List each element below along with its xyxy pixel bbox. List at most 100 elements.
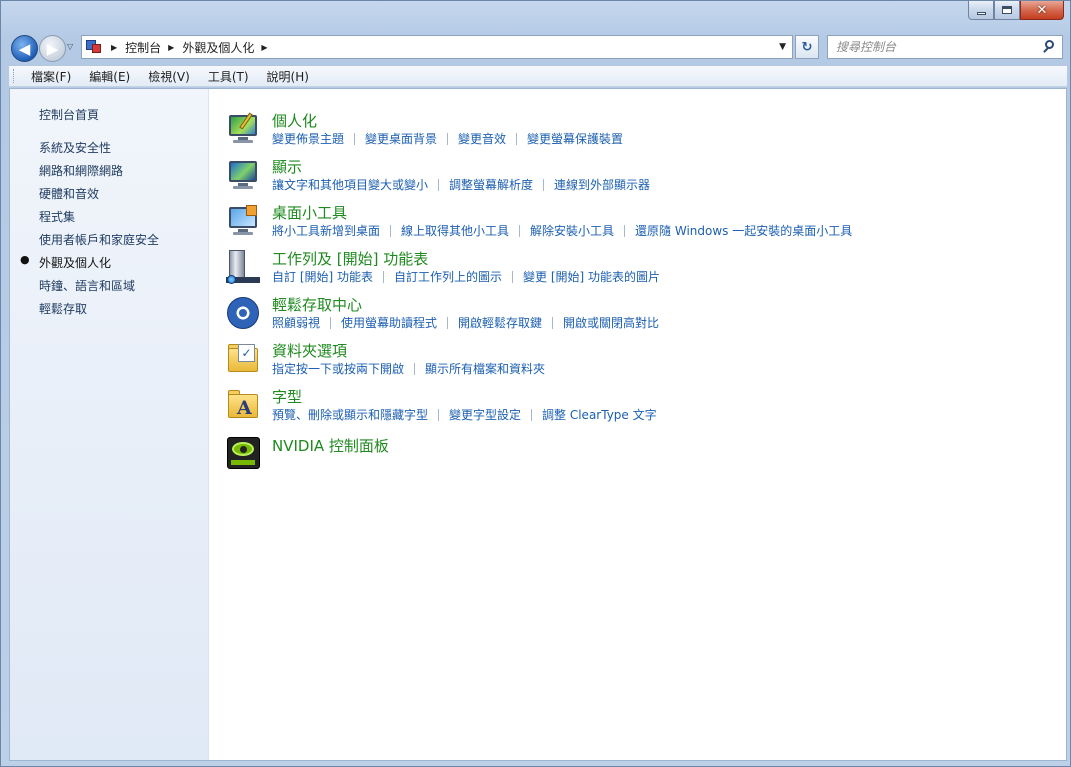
menu-bar: 檔案(F) 編輯(E) 檢視(V) 工具(T) 說明(H) (9, 65, 1067, 87)
category-title[interactable]: 顯示 (272, 156, 302, 177)
address-bar[interactable]: ▶ 控制台 ▶ 外觀及個人化 ▶ ▼ (81, 35, 793, 59)
link-text-size[interactable]: 讓文字和其他項目變大或變小 (272, 176, 428, 193)
category-links: 指定按一下或按兩下開啟 顯示所有檔案和資料夾 (272, 360, 545, 377)
category-links: 自訂 [開始] 功能表 自訂工作列上的圖示 變更 [開始] 功能表的圖片 (272, 268, 660, 285)
link-preview-fonts[interactable]: 預覽、刪除或顯示和隱藏字型 (272, 406, 428, 423)
sidebar-item-system-security[interactable]: 系統及安全性 (39, 139, 111, 156)
link-high-contrast[interactable]: 開啟或關閉高對比 (563, 314, 659, 331)
link-get-more-gadgets[interactable]: 線上取得其他小工具 (401, 222, 509, 239)
link-external-display[interactable]: 連線到外部顯示器 (554, 176, 650, 193)
search-input[interactable] (828, 37, 1042, 57)
sidebar-home-link[interactable]: 控制台首頁 (39, 106, 99, 123)
link-accessibility-keys[interactable]: 開啟輕鬆存取鍵 (458, 314, 542, 331)
search-icon[interactable] (1042, 39, 1058, 55)
menu-help[interactable]: 說明(H) (258, 66, 318, 87)
minimize-button[interactable] (968, 1, 994, 20)
link-separator (447, 132, 449, 145)
display-icon[interactable] (226, 158, 260, 192)
breadcrumb-separator-icon[interactable]: ▶ (261, 43, 267, 52)
close-button[interactable]: ✕ (1020, 1, 1064, 20)
refresh-button[interactable]: ↻ (795, 35, 819, 59)
link-screen-reader[interactable]: 使用螢幕助讀程式 (341, 314, 437, 331)
recent-pages-button[interactable]: ▽ (67, 42, 73, 51)
refresh-icon: ↻ (801, 39, 813, 55)
address-dropdown-icon[interactable]: ▼ (779, 42, 786, 52)
desktop-gadgets-icon[interactable] (226, 204, 260, 238)
fonts-icon[interactable]: A (226, 388, 260, 422)
breadcrumb-separator-icon[interactable]: ▶ (111, 43, 117, 52)
personalization-icon[interactable] (226, 112, 260, 146)
control-panel-window: ✕ ◀ ▶ ▽ ▶ 控制台 ▶ 外觀及個人化 ▶ ▼ ↻ 檔案(F) 編輯(E)… (0, 0, 1071, 767)
maximize-icon (1002, 6, 1012, 14)
link-click-to-open[interactable]: 指定按一下或按兩下開啟 (272, 360, 404, 377)
link-separator (447, 316, 449, 329)
back-button[interactable]: ◀ (11, 35, 38, 62)
link-customize-start-menu[interactable]: 自訂 [開始] 功能表 (272, 268, 373, 285)
link-change-sounds[interactable]: 變更音效 (458, 130, 506, 147)
category-title[interactable]: 資料夾選項 (272, 340, 347, 361)
category-title[interactable]: 輕鬆存取中心 (272, 294, 362, 315)
menu-file[interactable]: 檔案(F) (22, 66, 80, 87)
link-change-start-picture[interactable]: 變更 [開始] 功能表的圖片 (523, 268, 660, 285)
breadcrumb-separator-icon[interactable]: ▶ (168, 43, 174, 52)
category-links: 預覽、刪除或顯示和隱藏字型 變更字型設定 調整 ClearType 文字 (272, 406, 657, 423)
link-separator (512, 270, 514, 283)
maximize-button[interactable] (994, 1, 1020, 20)
breadcrumb-appearance[interactable]: 外觀及個人化 (182, 39, 254, 56)
menu-grip (13, 69, 16, 83)
nvidia-icon[interactable] (226, 436, 260, 470)
menu-tools[interactable]: 工具(T) (199, 66, 258, 87)
link-separator (383, 270, 384, 283)
link-add-gadgets[interactable]: 將小工具新增到桌面 (272, 222, 380, 239)
category-title[interactable]: 個人化 (272, 110, 317, 131)
caption-buttons: ✕ (968, 1, 1064, 20)
category-title[interactable]: 桌面小工具 (272, 202, 347, 223)
link-low-vision[interactable]: 照顧弱視 (272, 314, 320, 331)
menu-edit[interactable]: 編輯(E) (80, 66, 139, 87)
link-customize-taskbar-icons[interactable]: 自訂工作列上的圖示 (394, 268, 502, 285)
search-box (827, 35, 1063, 59)
chevron-down-icon: ▽ (67, 42, 74, 51)
link-show-hidden-files[interactable]: 顯示所有檔案和資料夾 (425, 360, 545, 377)
folder-options-icon[interactable]: ✓ (226, 342, 260, 376)
ease-of-access-icon[interactable] (226, 296, 260, 330)
sidebar-item-hardware-sound[interactable]: 硬體和音效 (39, 185, 99, 202)
sidebar: 控制台首頁 系統及安全性 網路和網際網路 硬體和音效 程式集 使用者帳戶和家庭安… (10, 89, 209, 760)
breadcrumb-control-panel[interactable]: 控制台 (125, 39, 161, 56)
link-change-theme[interactable]: 變更佈景主題 (272, 130, 344, 147)
sidebar-item-network-internet[interactable]: 網路和網際網路 (39, 162, 123, 179)
link-screen-resolution[interactable]: 調整螢幕解析度 (449, 176, 533, 193)
category-title[interactable]: 字型 (272, 386, 302, 407)
sidebar-item-ease-of-access[interactable]: 輕鬆存取 (39, 300, 87, 317)
link-separator (354, 132, 356, 145)
navigation-bar: ◀ ▶ ▽ ▶ 控制台 ▶ 外觀及個人化 ▶ ▼ ↻ (9, 33, 1069, 63)
sidebar-item-user-accounts[interactable]: 使用者帳戶和家庭安全 (39, 231, 159, 248)
link-separator (438, 178, 440, 191)
forward-button[interactable]: ▶ (39, 35, 66, 62)
link-separator (414, 362, 416, 375)
arrow-right-icon: ▶ (46, 39, 59, 58)
sidebar-item-programs[interactable]: 程式集 (39, 208, 75, 225)
link-separator (624, 224, 626, 237)
taskbar-icon[interactable] (226, 250, 260, 284)
category-links: 讓文字和其他項目變大或變小 調整螢幕解析度 連線到外部顯示器 (272, 176, 650, 193)
link-font-settings[interactable]: 變更字型設定 (449, 406, 521, 423)
link-change-screensaver[interactable]: 變更螢幕保護裝置 (527, 130, 623, 147)
active-bullet-icon: ● (20, 253, 30, 266)
category-title[interactable]: NVIDIA 控制面板 (272, 435, 389, 456)
category-links: 將小工具新增到桌面 線上取得其他小工具 解除安裝小工具 還原隨 Windows … (272, 222, 852, 239)
link-cleartype[interactable]: 調整 ClearType 文字 (542, 406, 657, 423)
link-restore-gadgets[interactable]: 還原隨 Windows 一起安裝的桌面小工具 (635, 222, 852, 239)
category-links: 變更佈景主題 變更桌面背景 變更音效 變更螢幕保護裝置 (272, 130, 623, 147)
category-title[interactable]: 工作列及 [開始] 功能表 (272, 248, 428, 269)
category-list: 個人化 變更佈景主題 變更桌面背景 變更音效 變更螢幕保護裝置 顯示 讓文字和其… (210, 89, 1066, 760)
sidebar-item-clock-language[interactable]: 時鐘、語言和區域 (39, 277, 135, 294)
link-separator (330, 316, 332, 329)
control-panel-icon (86, 39, 104, 55)
arrow-left-icon: ◀ (18, 39, 31, 58)
menu-view[interactable]: 檢視(V) (139, 66, 199, 87)
link-change-background[interactable]: 變更桌面背景 (365, 130, 437, 147)
link-uninstall-gadget[interactable]: 解除安裝小工具 (530, 222, 614, 239)
close-icon: ✕ (1036, 2, 1048, 18)
minimize-icon (976, 11, 986, 15)
